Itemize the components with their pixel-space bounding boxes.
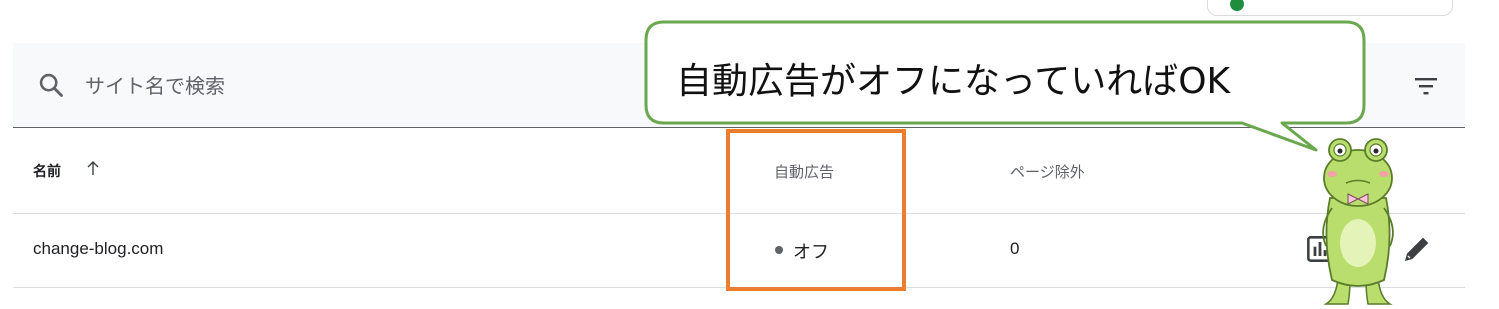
arrow-up-icon[interactable] xyxy=(85,159,101,177)
filter-icon[interactable] xyxy=(1415,77,1437,95)
search-icon xyxy=(39,73,63,97)
auto-ads-highlight-box xyxy=(726,129,906,291)
column-header-page-exclusions[interactable]: ページ除外 xyxy=(1010,161,1085,182)
frog-mascot-icon xyxy=(1322,138,1394,305)
site-name-cell: change-blog.com xyxy=(33,239,164,258)
status-dot-icon xyxy=(1230,0,1244,11)
top-action-button[interactable] xyxy=(1207,0,1453,16)
page: 名前 自動広告 ページ除外 change-blog.com オフ 0 自動広告が… xyxy=(0,0,1499,309)
column-header-name[interactable]: 名前 xyxy=(33,161,61,181)
search-input[interactable] xyxy=(83,67,587,105)
page-exclusions-cell: 0 xyxy=(1010,239,1020,258)
callout-text: 自動広告がオフになっていればOK xyxy=(676,61,1231,102)
